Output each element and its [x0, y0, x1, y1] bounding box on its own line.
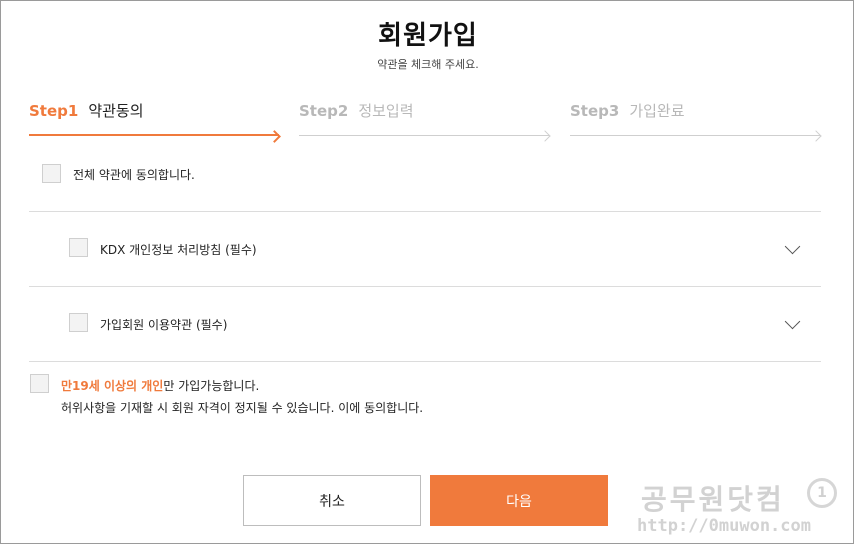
arrow-right-icon	[539, 130, 551, 142]
watermark-text: 공무원닷컴	[641, 483, 785, 516]
divider	[29, 361, 821, 362]
step-3-complete: Step3 가입완료	[570, 100, 822, 142]
age-notice-rest: 만 가입가능합니다.	[163, 379, 260, 393]
chevron-down-icon[interactable]	[784, 238, 801, 255]
arrow-right-icon	[268, 130, 281, 143]
step-name: 가입완료	[629, 102, 685, 120]
agree-all-checkbox[interactable]	[42, 164, 61, 183]
age-notice-highlight: 만19세 이상의 개인	[61, 379, 164, 393]
terms-of-use-label[interactable]: 가입회원 이용약관 (필수)	[100, 316, 227, 333]
page-title: 회원가입	[378, 21, 478, 51]
step-1-agreement: Step1 약관동의	[29, 100, 281, 143]
age-notice-text: 만19세 이상의 개인만 가입가능합니다.	[61, 377, 259, 394]
chevron-down-icon[interactable]	[784, 313, 801, 330]
agree-all-label[interactable]: 전체 약관에 동의합니다.	[73, 166, 195, 183]
divider	[29, 286, 821, 287]
age-confirm-checkbox[interactable]	[30, 374, 49, 393]
watermark-logo-icon: 1	[807, 478, 837, 508]
step-progress-line	[570, 135, 820, 136]
step-number: Step2	[299, 102, 349, 120]
terms-of-use-checkbox[interactable]	[69, 313, 88, 332]
privacy-policy-checkbox[interactable]	[69, 238, 88, 257]
step-progress-line	[29, 134, 279, 136]
step-progress-line	[299, 135, 549, 136]
next-button[interactable]: 다음	[430, 475, 608, 526]
step-number: Step3	[570, 102, 620, 120]
cancel-button[interactable]: 취소	[243, 475, 421, 526]
privacy-policy-label[interactable]: KDX 개인정보 처리방침 (필수)	[100, 241, 257, 258]
signup-dialog: 회원가입 약관을 체크해 주세요. Step1 약관동의 Step2 정보입력 St…	[0, 0, 854, 544]
page-subtitle: 약관을 체크해 주세요.	[377, 58, 479, 71]
false-info-warning: 허위사항을 기재할 시 회원 자격이 정지될 수 있습니다. 이에 동의합니다.	[61, 401, 424, 415]
arrow-right-icon	[810, 130, 822, 142]
divider	[29, 211, 821, 212]
step-number: Step1	[29, 102, 79, 120]
watermark-url: http://0muwon.com	[637, 516, 811, 536]
step-name: 정보입력	[358, 102, 414, 120]
step-2-info: Step2 정보입력	[299, 100, 551, 142]
step-name: 약관동의	[88, 102, 144, 120]
